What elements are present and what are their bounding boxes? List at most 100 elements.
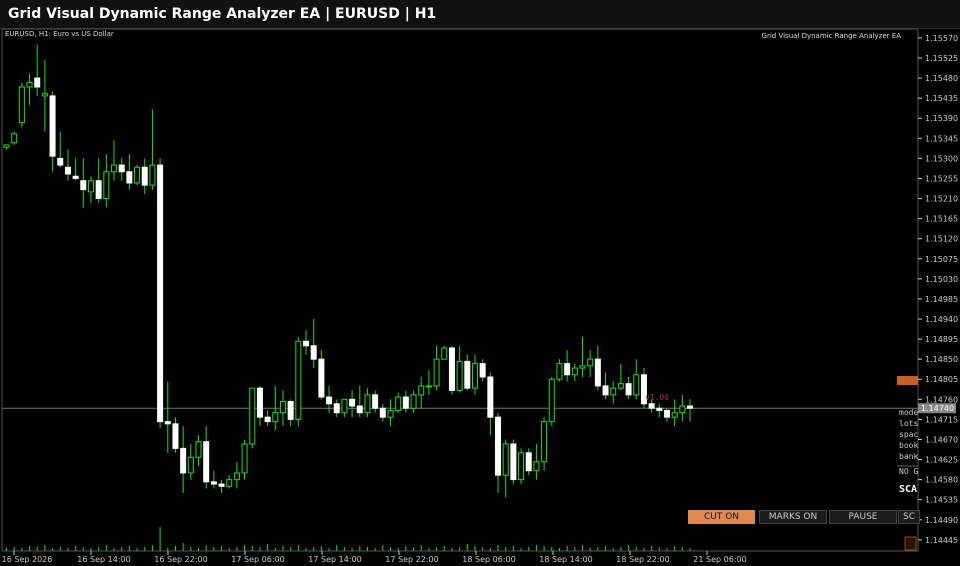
candle-body [233,472,240,481]
price-tick-label: 1.14490 [925,516,958,525]
candle-body [379,407,386,418]
candle-body [402,396,409,409]
price-tick-label: 1.15255 [925,174,958,183]
candle-body [241,443,248,474]
price-tick-label: 1.15435 [925,94,958,103]
candle-body [602,385,609,396]
time-tick-label: 16 Sep 14:00 [77,555,130,564]
price-tick-label: 1.14760 [925,395,958,404]
candle-body [195,441,202,458]
time-tick-label: 17 Sep 22:00 [385,555,438,564]
candle-body [479,363,486,378]
candle-body [471,363,478,389]
candle-body [610,387,617,396]
candle-body [218,483,225,487]
candle-body [226,479,233,487]
price-tick-label: 1.14940 [925,315,958,324]
price-tick-label: 1.15075 [925,255,958,264]
candle-body [341,398,348,414]
candle-body [533,461,540,472]
plot-area[interactable] [1,28,919,552]
time-tick-label: 18 Sep 22:00 [616,555,669,564]
candle-body [103,171,110,200]
panel-line: bank [899,452,918,461]
candle-body [425,385,432,388]
candle-body [318,358,325,398]
candle-body [18,86,25,124]
price-tick-label: 1.14580 [925,476,958,485]
candle-body [164,421,171,425]
panel-line: NO G [899,467,918,476]
candle-body [656,407,663,411]
accent-tag [897,376,918,385]
candle-body [464,360,471,389]
price-tick-label: 1.15120 [925,235,958,244]
candle-body [671,412,678,418]
candle-body [180,447,187,474]
candle-body [203,441,210,483]
price-tick-label: 1.15345 [925,134,958,143]
candle-body [95,180,102,200]
candle-body [525,452,532,472]
candle-body [264,416,271,423]
price-tick-label: 1.14895 [925,335,958,344]
time-tick-label: 17 Sep 06:00 [231,555,284,564]
price-tick-label: 1.15570 [925,34,958,43]
candle-body [579,365,586,369]
candle-body [456,360,463,391]
candle-body [279,401,286,414]
price-tick-label: 1.14850 [925,355,958,364]
candle-body [625,383,632,396]
price-tick-label: 1.15030 [925,275,958,284]
candle-body [487,376,494,418]
candle-body [210,481,217,485]
candle-body [556,363,563,380]
candle-body [617,383,624,389]
candle-body [349,398,356,407]
candle-body [587,358,594,367]
price-tick-label: 1.14715 [925,415,958,424]
candle-body [495,416,502,476]
candle-body [687,405,694,409]
panel-line: SCA [899,484,917,495]
candle-body [356,405,363,414]
candle-body [326,396,333,405]
candle-body [134,166,141,184]
window-title: Grid Visual Dynamic Range Analyzer EA | … [8,6,437,22]
sc-button[interactable]: SC [898,510,920,524]
marks-on-button[interactable]: MARKS ON [759,510,827,524]
candle-body [49,95,56,157]
time-tick-label: 21 Sep 06:00 [693,555,746,564]
price-tick-label: 1.14670 [925,435,958,444]
candle-body [249,387,256,445]
candle-body [541,421,548,463]
pause-button[interactable]: PAUSE [829,510,897,524]
time-tick-label: 16 Sep 22:00 [154,555,207,564]
price-tick-label: 1.14985 [925,295,958,304]
candle-body [111,164,118,173]
candle-body [11,133,18,144]
candle-body [679,405,686,414]
price-tick-label: 1.15210 [925,195,958,204]
candle-body [502,443,509,476]
candle-body [303,340,310,347]
candle-body [41,93,48,97]
candle-body [364,394,371,414]
time-tick-label: 18 Sep 14:00 [539,555,592,564]
panel-line: lots [899,419,918,428]
version-label: v1.00 [645,393,669,402]
price-tick-label: 1.14625 [925,456,958,465]
candle-body [310,345,317,360]
candle-body [395,396,402,411]
candle-body [372,394,379,409]
current-price-label: 1.14740 [921,404,954,413]
cut-on-button[interactable]: CUT ON [688,510,755,524]
candle-body [441,347,448,360]
candle-body [571,367,578,376]
candle-body [564,363,571,376]
candle-body [57,157,64,166]
candle-body [287,401,294,420]
price-chart[interactable]: 1.15570 1.15525 1.15480 1.15435 1.15390 1.153… [0,28,960,566]
panel-line: book [899,441,918,450]
candle-body [648,403,655,409]
